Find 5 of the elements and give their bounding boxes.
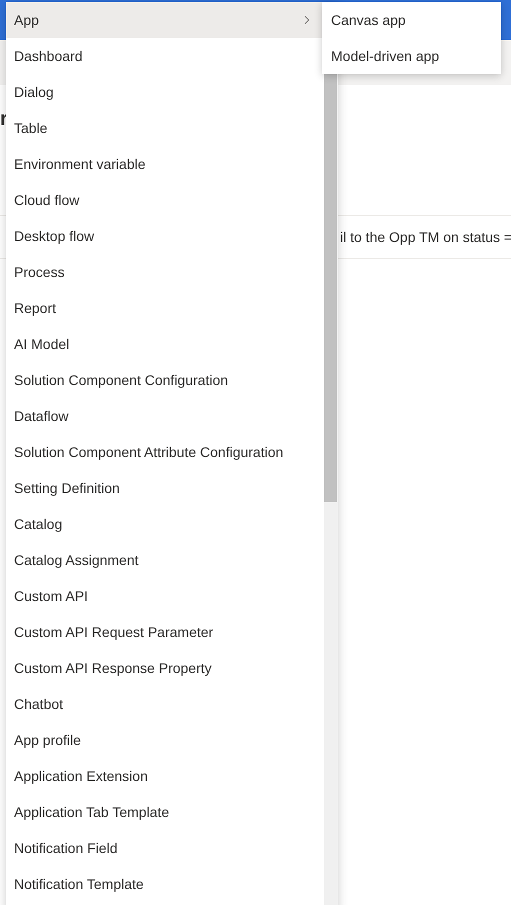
menu-item[interactable]: Canvas app [322, 2, 501, 38]
table-cell-text: il to the Opp TM on status = [340, 228, 511, 247]
scrollbar-thumb[interactable] [324, 73, 337, 502]
menu-item[interactable]: App [6, 2, 322, 38]
menu-item[interactable]: Model-driven app [322, 38, 501, 74]
